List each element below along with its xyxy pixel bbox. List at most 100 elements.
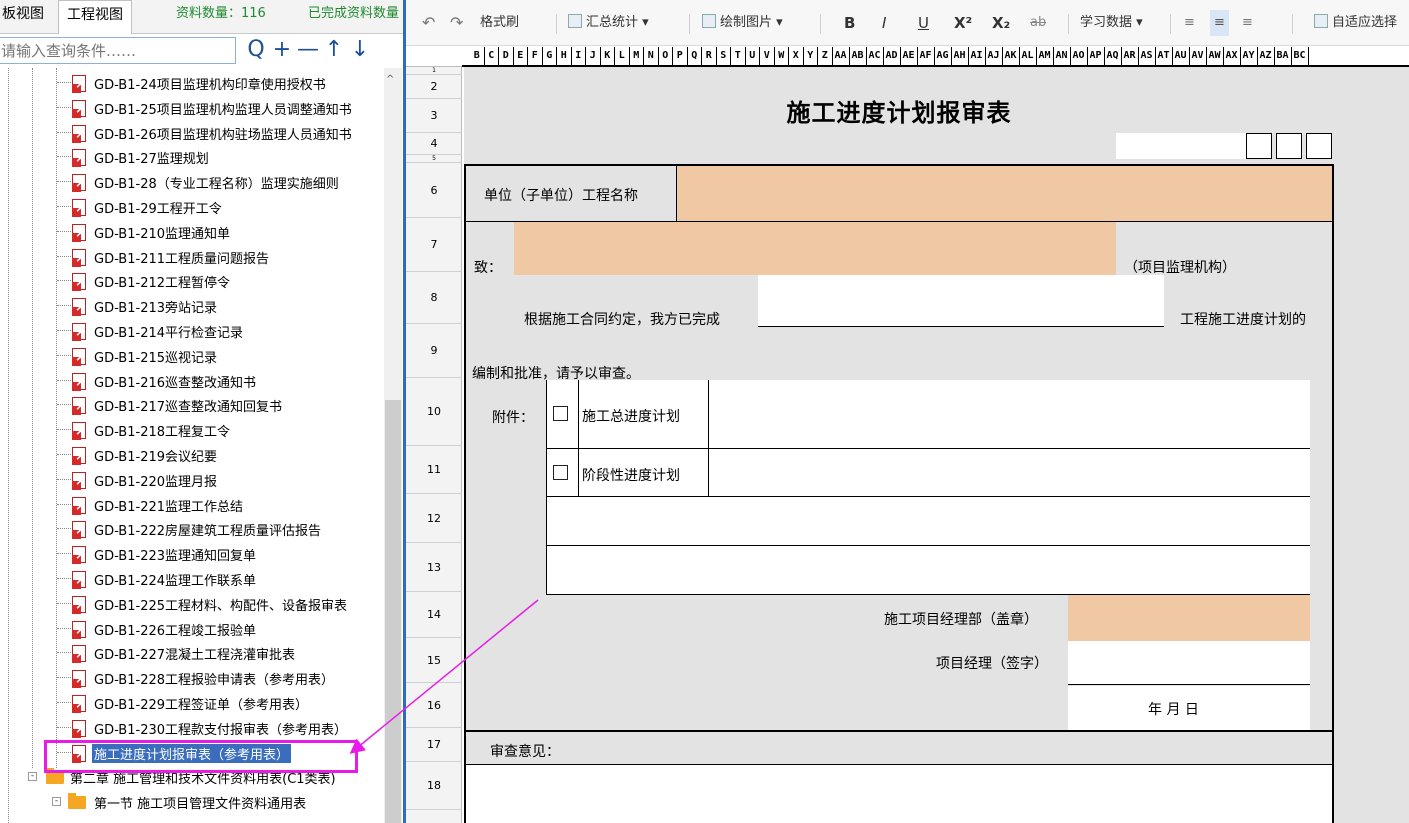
move-up-icon[interactable]: ↑	[322, 36, 346, 64]
row-header[interactable]: 9	[406, 324, 462, 378]
column-header[interactable]: AB	[850, 47, 867, 65]
column-header[interactable]: AF	[918, 47, 935, 65]
row-header[interactable]: 17	[406, 728, 462, 762]
search-input[interactable]	[0, 37, 236, 64]
column-header[interactable]: I	[572, 47, 586, 65]
column-header[interactable]: AO	[1071, 47, 1088, 65]
checkbox-master-plan[interactable]	[553, 406, 568, 421]
row-header[interactable]: 12	[406, 494, 462, 543]
tree-item[interactable]: GD-B1-221监理工作总结	[0, 492, 384, 517]
column-header[interactable]: AY	[1241, 47, 1258, 65]
column-header[interactable]: AZ	[1258, 47, 1275, 65]
strikethrough-button[interactable]: ab	[1030, 10, 1046, 36]
column-header[interactable]: E	[514, 47, 528, 65]
scrollbar-thumb[interactable]	[385, 400, 401, 823]
tree-item[interactable]: GD-B1-229工程签证单（参考用表）	[0, 690, 384, 715]
column-header[interactable]: AP	[1088, 47, 1105, 65]
tree-scrollbar[interactable]: ^	[384, 68, 402, 823]
column-header[interactable]: AG	[935, 47, 952, 65]
column-header[interactable]: G	[543, 47, 557, 65]
collapse-icon[interactable]: -	[28, 772, 37, 782]
italic-button[interactable]: I	[882, 10, 886, 36]
column-header[interactable]: AN	[1054, 47, 1071, 65]
tree-item[interactable]: GD-B1-222房屋建筑工程质量评估报告	[0, 516, 384, 541]
column-header[interactable]: AI	[969, 47, 986, 65]
tree-item[interactable]: GD-B1-217巡查整改通知回复书	[0, 392, 384, 417]
dept-seal-field[interactable]	[1068, 595, 1310, 641]
column-header[interactable]: W	[775, 47, 789, 65]
row-header[interactable]: 13	[406, 543, 462, 592]
column-header[interactable]: T	[731, 47, 746, 65]
tree-item[interactable]: GD-B1-225工程材料、构配件、设备报审表	[0, 591, 384, 616]
tree-item[interactable]: GD-B1-218工程复工令	[0, 417, 384, 442]
form-number-box[interactable]	[1246, 133, 1272, 159]
form-number-box[interactable]	[1276, 133, 1302, 159]
tree-item[interactable]: GD-B1-213旁站记录	[0, 293, 384, 318]
project-name-field[interactable]	[676, 166, 1332, 221]
subscript-button[interactable]: X₂	[992, 10, 1010, 36]
underline-button[interactable]: U	[918, 10, 929, 36]
column-header[interactable]: U	[746, 47, 760, 65]
tree-item[interactable]: GD-B1-216巡查整改通知书	[0, 368, 384, 393]
align-center-icon[interactable]: ≡	[1210, 10, 1229, 36]
column-header[interactable]: AU	[1173, 47, 1190, 65]
tree-item[interactable]: GD-B1-215巡视记录	[0, 343, 384, 368]
column-header[interactable]: AT	[1156, 47, 1173, 65]
row-header[interactable]: 16	[406, 683, 462, 728]
column-header[interactable]: L	[615, 47, 630, 65]
column-header[interactable]: F	[528, 47, 543, 65]
tree-item[interactable]: GD-B1-214平行检查记录	[0, 318, 384, 343]
format-brush-button[interactable]: 格式刷	[480, 10, 519, 36]
tree-item[interactable]: GD-B1-210监理通知单	[0, 219, 384, 244]
bold-button[interactable]: B	[844, 10, 855, 36]
column-header[interactable]: AW	[1207, 47, 1224, 65]
sheet-corner[interactable]	[406, 46, 462, 67]
column-header[interactable]: AM	[1037, 47, 1054, 65]
row-header[interactable]: 10	[406, 378, 462, 446]
form-number-field[interactable]	[1116, 133, 1246, 159]
tree-item[interactable]: GD-B1-219会议纪要	[0, 442, 384, 467]
tree-section[interactable]: - 第一节 施工项目管理文件资料通用表	[0, 789, 384, 814]
review-field[interactable]	[466, 765, 1332, 823]
search-icon[interactable]: Q	[244, 36, 268, 64]
column-header[interactable]: B	[470, 47, 485, 65]
row-header[interactable]: 18	[406, 762, 462, 810]
column-header[interactable]: AR	[1122, 47, 1139, 65]
tree-item[interactable]: GD-B1-224监理工作联系单	[0, 566, 384, 591]
tree-item[interactable]: GD-B1-230工程款支付报审表（参考用表）	[0, 715, 384, 740]
column-header[interactable]: S	[717, 47, 731, 65]
row-header[interactable]: 1	[406, 67, 462, 75]
row-header[interactable]: 6	[406, 163, 462, 218]
column-header[interactable]: AV	[1190, 47, 1207, 65]
column-header[interactable]: M	[630, 47, 644, 65]
redo-icon[interactable]: ↷	[450, 10, 463, 36]
column-header[interactable]: AC	[867, 47, 884, 65]
remove-icon[interactable]: —	[296, 36, 320, 64]
column-header[interactable]: R	[702, 47, 717, 65]
column-header[interactable]: P	[673, 47, 688, 65]
tree-item[interactable]: GD-B1-226工程竣工报验单	[0, 616, 384, 641]
column-header[interactable]: J	[586, 47, 601, 65]
tab-template-view[interactable]: 板视图	[0, 0, 52, 34]
column-header[interactable]: AX	[1224, 47, 1241, 65]
row-header[interactable]: 4	[406, 133, 462, 155]
column-header[interactable]: AS	[1139, 47, 1156, 65]
tree-item[interactable]: GD-B1-223监理通知回复单	[0, 541, 384, 566]
tree-item[interactable]: GD-B1-24项目监理机构印章使用授权书	[0, 70, 384, 95]
tree-item[interactable]: GD-B1-227混凝土工程浇灌审批表	[0, 640, 384, 665]
manager-sign-field[interactable]	[1068, 641, 1310, 685]
column-header[interactable]: H	[557, 47, 572, 65]
tree-item[interactable]: GD-B1-212工程暂停令	[0, 268, 384, 293]
column-header[interactable]: AL	[1020, 47, 1037, 65]
row-header[interactable]: 5	[406, 155, 462, 163]
column-header[interactable]: AJ	[986, 47, 1003, 65]
column-header[interactable]: AK	[1003, 47, 1020, 65]
to-field[interactable]	[514, 222, 1116, 275]
tree-item[interactable]: GD-B1-29工程开工令	[0, 194, 384, 219]
column-header[interactable]: Y	[804, 47, 818, 65]
tree-item[interactable]: GD-B1-228工程报验申请表（参考用表）	[0, 665, 384, 690]
row-header[interactable]: 8	[406, 272, 462, 324]
align-left-icon[interactable]: ≡	[1184, 10, 1195, 36]
column-header[interactable]: N	[644, 47, 659, 65]
tree-item[interactable]: GD-B1-25项目监理机构监理人员调整通知书	[0, 95, 384, 120]
